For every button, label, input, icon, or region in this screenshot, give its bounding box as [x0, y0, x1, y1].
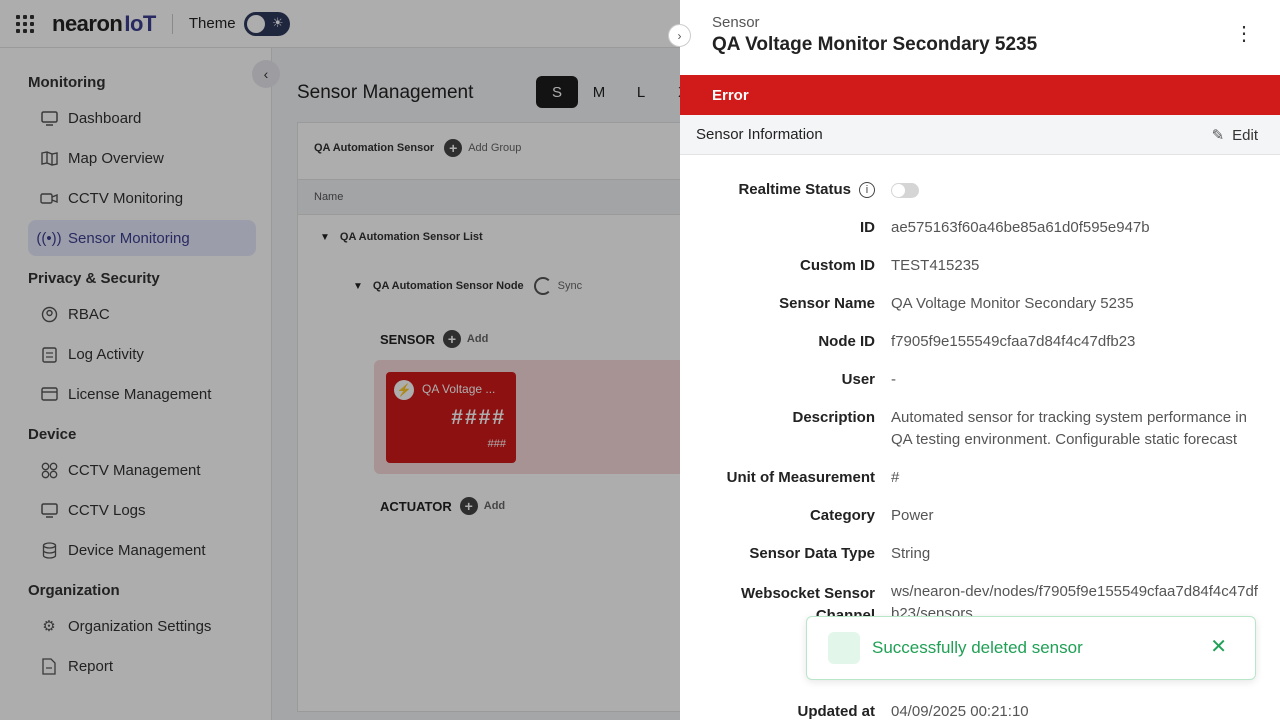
field-value-category: Power	[891, 507, 934, 524]
field-value-custom-id: TEST415235	[891, 257, 980, 274]
edit-button[interactable]: ✎ Edit	[1212, 115, 1258, 155]
drawer-subtitle: Sensor	[712, 14, 760, 31]
field-value-updated-at: 04/09/2025 00:21:10	[891, 703, 1029, 720]
field-value-unit: #	[891, 469, 900, 486]
drawer-title: QA Voltage Monitor Secondary 5235	[712, 34, 1038, 55]
close-icon[interactable]: ✕	[1210, 637, 1227, 657]
field-label-description: Description	[792, 409, 875, 426]
field-label-unit: Unit of Measurement	[726, 469, 875, 486]
toast-message: Successfully deleted sensor	[872, 638, 1083, 657]
section-title: Sensor Information	[696, 126, 823, 143]
field-value-id: ae575163f60a46be85a61d0f595e947b	[891, 219, 1150, 236]
modal-overlay[interactable]	[0, 0, 680, 720]
field-value-sensor-name: QA Voltage Monitor Secondary 5235	[891, 295, 1134, 312]
field-value-data-type: String	[891, 545, 931, 562]
status-banner: Error	[680, 75, 1280, 115]
field-label-realtime: Realtime Status i	[738, 181, 875, 199]
field-label-user: User	[841, 371, 875, 388]
field-value-description: Automated sensor for tracking system per…	[891, 409, 1247, 448]
info-icon[interactable]: i	[859, 182, 875, 199]
field-label-data-type: Sensor Data Type	[749, 545, 875, 562]
field-label-node-id: Node ID	[818, 333, 875, 350]
realtime-status-toggle[interactable]	[891, 183, 919, 198]
success-icon	[828, 632, 860, 664]
field-label-custom-id: Custom ID	[800, 257, 875, 274]
toggle-knob	[892, 184, 905, 197]
field-value-user: -	[891, 371, 896, 388]
success-toast: Successfully deleted sensor ✕	[806, 616, 1256, 680]
field-label-updated-at: Updated at	[797, 703, 875, 720]
drawer-close-button[interactable]: ›	[668, 24, 691, 47]
edit-label: Edit	[1232, 126, 1258, 144]
sensor-detail-drawer: Sensor QA Voltage Monitor Secondary 5235…	[680, 0, 1280, 720]
section-header: Sensor Information ✎ Edit	[680, 115, 1280, 155]
pencil-icon: ✎	[1211, 127, 1225, 144]
more-vertical-icon[interactable]: ⋮	[1234, 24, 1254, 44]
field-label-category: Category	[809, 507, 875, 524]
field-value-node-id: f7905f9e155549cfaa7d84f4c47dfb23	[891, 333, 1136, 350]
field-label-sensor-name: Sensor Name	[779, 295, 875, 312]
field-label-id: ID	[860, 219, 875, 236]
